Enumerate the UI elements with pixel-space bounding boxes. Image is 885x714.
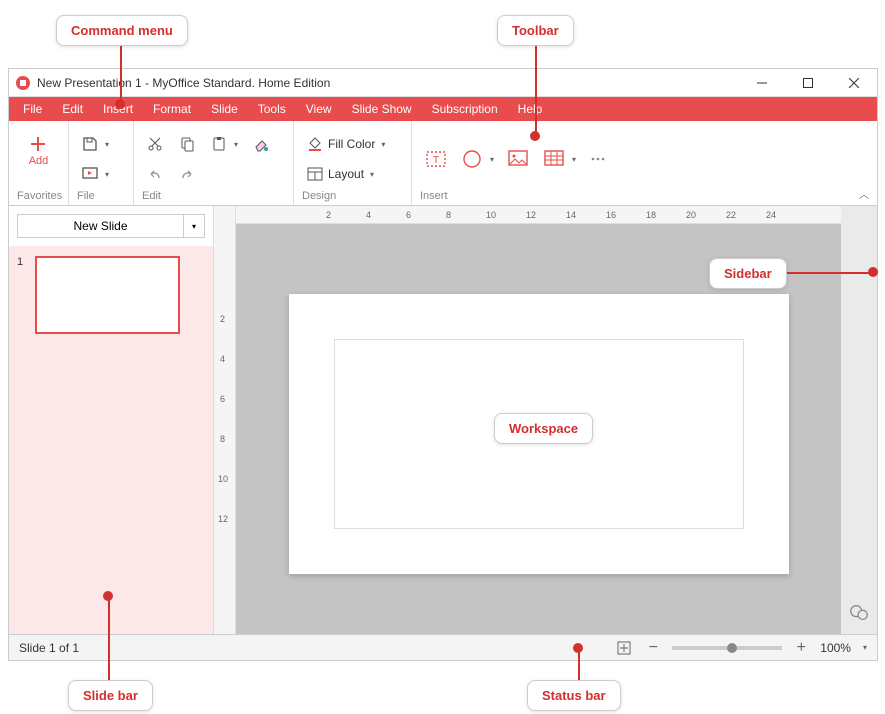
undo-icon xyxy=(146,165,164,183)
thumb-number: 1 xyxy=(17,256,27,268)
undo-button[interactable] xyxy=(142,161,168,187)
horizontal-ruler: 2 4 6 8 10 12 14 16 18 20 22 24 xyxy=(236,206,841,224)
layout-icon xyxy=(306,165,324,183)
zoom-slider[interactable] xyxy=(672,646,782,650)
redo-button[interactable] xyxy=(174,161,200,187)
group-label-insert: Insert xyxy=(420,187,869,205)
close-button[interactable] xyxy=(831,69,877,97)
play-icon xyxy=(81,165,99,183)
fill-icon xyxy=(306,135,324,153)
save-icon xyxy=(81,135,99,153)
eraser-button[interactable] xyxy=(248,131,274,157)
table-icon xyxy=(542,147,566,171)
callout-slide-bar: Slide bar xyxy=(68,680,153,711)
title-bar: New Presentation 1 - MyOffice Standard. … xyxy=(9,69,877,97)
group-label-favorites: Favorites xyxy=(17,187,60,205)
callout-sidebar: Sidebar xyxy=(709,258,787,289)
slide-thumbnail[interactable] xyxy=(35,256,180,334)
textbox-icon: T xyxy=(424,147,448,171)
menu-slide[interactable]: Slide xyxy=(201,97,248,121)
layout-button[interactable]: Layout ▾ xyxy=(302,161,389,187)
zoom-dropdown[interactable]: ▾ xyxy=(863,643,867,652)
shape-icon xyxy=(460,147,484,171)
minimize-button[interactable] xyxy=(739,69,785,97)
image-button[interactable] xyxy=(502,143,534,175)
app-icon xyxy=(15,75,31,91)
zoom-out-button[interactable]: − xyxy=(644,639,662,657)
menu-help[interactable]: Help xyxy=(508,97,553,121)
app-window: New Presentation 1 - MyOffice Standard. … xyxy=(8,68,878,661)
zoom-level: 100% xyxy=(820,641,851,655)
image-icon xyxy=(506,147,530,171)
ellipsis-icon xyxy=(588,149,608,169)
menu-edit[interactable]: Edit xyxy=(52,97,93,121)
svg-text:T: T xyxy=(433,155,439,166)
menu-tools[interactable]: Tools xyxy=(248,97,296,121)
fit-button[interactable] xyxy=(616,640,634,656)
slide-counter: Slide 1 of 1 xyxy=(19,641,79,655)
add-button[interactable]: Add xyxy=(25,131,53,171)
menu-file[interactable]: File xyxy=(13,97,52,121)
callout-status-bar: Status bar xyxy=(527,680,621,711)
toolbar: Add Favorites ▾ ▾ File xyxy=(9,121,877,206)
shape-button[interactable]: ▾ xyxy=(456,143,498,175)
start-slideshow-button[interactable]: ▾ xyxy=(77,161,113,187)
menu-subscription[interactable]: Subscription xyxy=(422,97,508,121)
new-slide-dropdown[interactable]: ▾ xyxy=(183,214,205,238)
zoom-in-button[interactable]: + xyxy=(792,639,810,657)
menu-format[interactable]: Format xyxy=(143,97,201,121)
collapse-ribbon-button[interactable]: ︿ xyxy=(859,186,869,201)
redo-icon xyxy=(178,165,196,183)
fit-icon xyxy=(616,640,632,656)
menu-slideshow[interactable]: Slide Show xyxy=(342,97,422,121)
textbox-button[interactable]: T xyxy=(420,143,452,175)
more-button[interactable] xyxy=(584,145,612,173)
copy-icon xyxy=(178,135,196,153)
scissors-icon xyxy=(146,135,164,153)
paste-icon xyxy=(210,135,228,153)
eraser-icon xyxy=(252,135,270,153)
paste-button[interactable]: ▾ xyxy=(206,131,242,157)
group-label-file: File xyxy=(77,187,125,205)
save-button[interactable]: ▾ xyxy=(77,131,113,157)
table-button[interactable]: ▾ xyxy=(538,143,580,175)
callout-toolbar: Toolbar xyxy=(497,15,574,46)
callout-workspace: Workspace xyxy=(494,413,593,444)
cut-button[interactable] xyxy=(142,131,168,157)
slide-bar: New Slide ▾ 1 xyxy=(9,206,214,634)
group-label-edit: Edit xyxy=(142,187,285,205)
callout-command-menu: Command menu xyxy=(56,15,188,46)
fill-color-button[interactable]: Fill Color ▾ xyxy=(302,131,389,157)
vertical-ruler: 2 4 6 8 10 12 xyxy=(214,206,236,634)
group-label-design: Design xyxy=(302,187,403,205)
command-menu: File Edit Insert Format Slide Tools View… xyxy=(9,97,877,121)
status-bar: Slide 1 of 1 − + 100% ▾ xyxy=(9,634,877,660)
copy-button[interactable] xyxy=(174,131,200,157)
comments-icon[interactable] xyxy=(848,602,870,624)
menu-view[interactable]: View xyxy=(296,97,342,121)
new-slide-button[interactable]: New Slide xyxy=(17,214,183,238)
plus-icon xyxy=(29,135,47,153)
maximize-button[interactable] xyxy=(785,69,831,97)
window-title: New Presentation 1 - MyOffice Standard. … xyxy=(37,76,330,90)
